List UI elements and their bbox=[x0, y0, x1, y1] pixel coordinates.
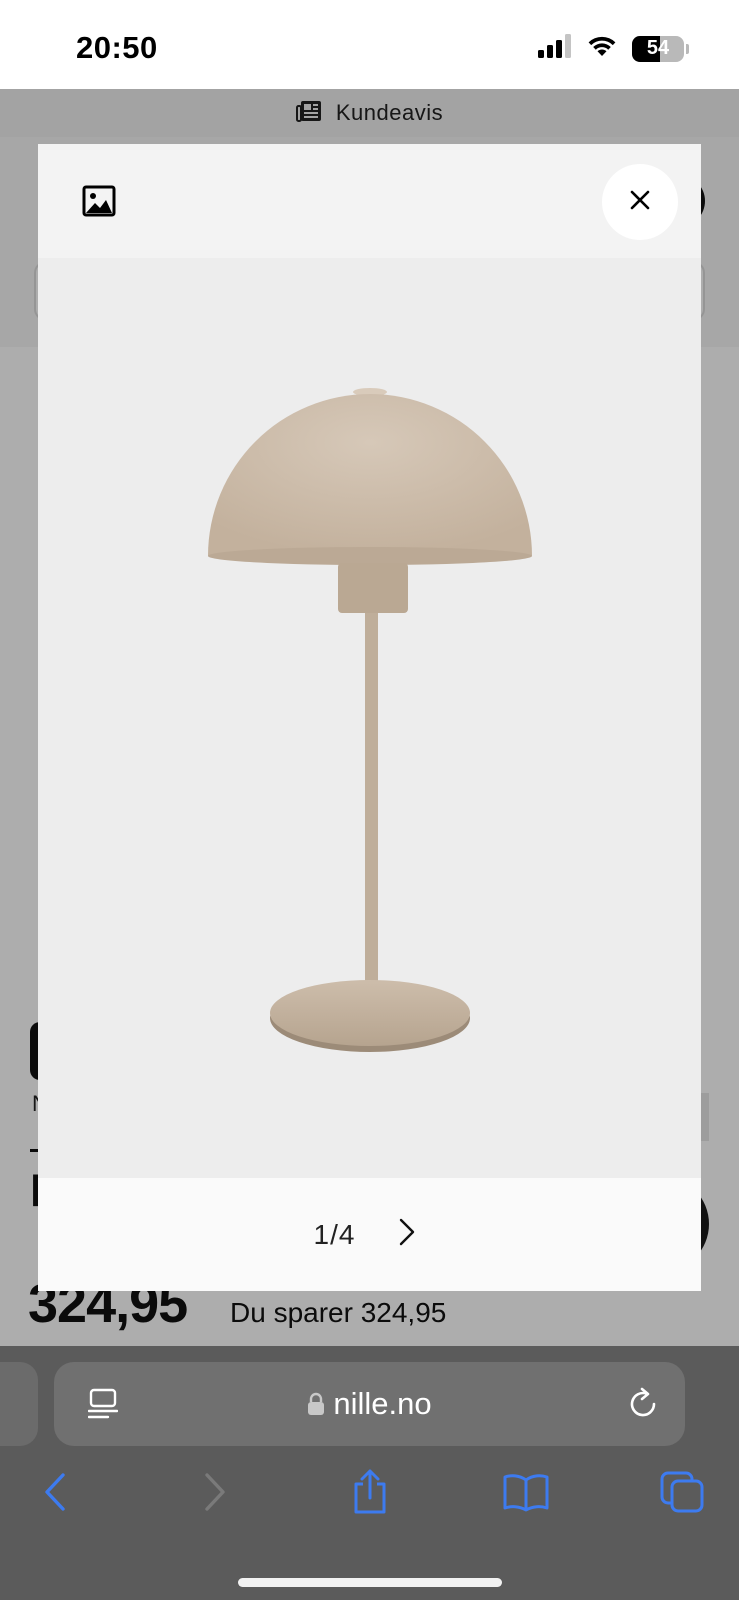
status-icons: 54 bbox=[538, 34, 689, 63]
tabs-icon bbox=[660, 1471, 704, 1518]
product-image[interactable] bbox=[38, 258, 701, 1180]
browser-nav bbox=[0, 1464, 739, 1534]
battery-icon: 54 bbox=[632, 35, 684, 62]
address-bar[interactable]: nille.no bbox=[54, 1362, 685, 1446]
chevron-right-icon bbox=[398, 1217, 416, 1252]
image-icon bbox=[82, 184, 116, 218]
url-text: nille.no bbox=[333, 1386, 432, 1421]
url-display: nille.no bbox=[54, 1362, 685, 1446]
image-viewer-modal: 1/4 bbox=[38, 144, 701, 1291]
close-button[interactable] bbox=[602, 164, 678, 240]
previous-tab[interactable] bbox=[0, 1362, 38, 1446]
modal-header bbox=[38, 144, 701, 258]
tabs-button[interactable] bbox=[652, 1464, 712, 1524]
cellular-signal-icon bbox=[538, 34, 572, 63]
status-time: 20:50 bbox=[76, 30, 158, 65]
pager-counter: 1/4 bbox=[313, 1218, 356, 1250]
share-icon bbox=[350, 1468, 390, 1521]
home-indicator bbox=[238, 1578, 502, 1587]
bookmarks-icon bbox=[502, 1472, 550, 1517]
lock-icon bbox=[307, 1392, 325, 1416]
back-icon bbox=[43, 1472, 67, 1517]
wifi-icon bbox=[586, 34, 618, 63]
browser-toolbar: nille.no bbox=[0, 1346, 739, 1600]
forward-button[interactable] bbox=[185, 1464, 245, 1524]
battery-level: 54 bbox=[646, 37, 670, 59]
image-pager: 1/4 bbox=[38, 1178, 701, 1291]
reload-icon[interactable] bbox=[625, 1386, 661, 1422]
back-button[interactable] bbox=[25, 1464, 85, 1524]
forward-icon bbox=[203, 1472, 227, 1517]
share-button[interactable] bbox=[340, 1464, 400, 1524]
bookmarks-button[interactable] bbox=[496, 1464, 556, 1524]
next-image-button[interactable] bbox=[389, 1217, 425, 1253]
close-icon bbox=[629, 189, 651, 216]
status-bar: 20:50 54 bbox=[0, 0, 739, 89]
